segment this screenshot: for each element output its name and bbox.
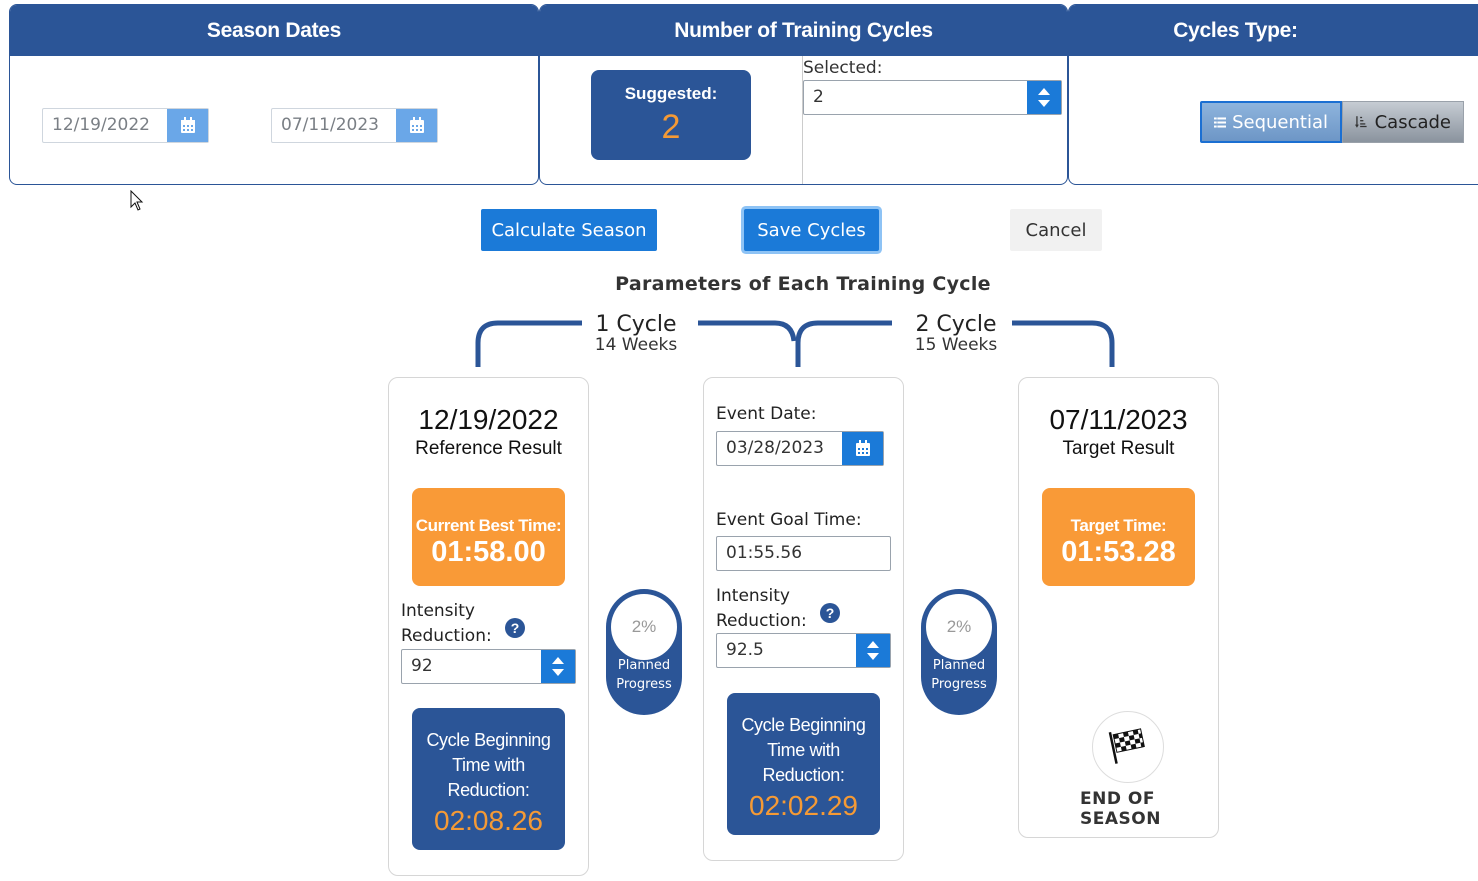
- chevron-down-icon[interactable]: [552, 669, 564, 676]
- reference-date: 12/19/2022: [418, 404, 559, 435]
- event-date-value: 03/28/2023: [726, 438, 824, 458]
- save-cycles-button[interactable]: Save Cycles: [744, 209, 879, 251]
- intensity-label-line2: Reduction:: [716, 611, 807, 631]
- cascade-label: Cascade: [1374, 111, 1451, 133]
- cycle-beginning-label: Cycle Beginning Time with Reduction:: [741, 715, 866, 785]
- stepper-buttons[interactable]: [1027, 81, 1061, 114]
- target-time-value: 01:53.28: [1061, 536, 1176, 568]
- cycle-beginning-value: 02:02.29: [749, 790, 858, 821]
- season-end-date-value: 07/11/2023: [281, 115, 379, 135]
- current-best-time-box: Current Best Time: 01:58.00: [412, 488, 565, 586]
- calendar-icon[interactable]: [842, 432, 883, 465]
- season-dates-title: Season Dates: [10, 5, 538, 56]
- progress-label-line2: Progress: [931, 677, 987, 692]
- intensity-stepper[interactable]: 92: [401, 649, 576, 684]
- cascade-toggle[interactable]: Cascade: [1342, 101, 1464, 143]
- cycle-1-header: 1 Cycle 14 Weeks: [566, 312, 706, 355]
- progress-label-line1: Planned: [617, 658, 671, 673]
- event-card: Event Date: 03/28/2023 Event Goal Time: …: [703, 377, 904, 861]
- progress-label: Planned Progress: [921, 656, 997, 694]
- planned-progress-2: 2% Planned Progress: [921, 589, 997, 715]
- suggested-value: 2: [661, 108, 681, 146]
- cycle-beginning-value: 02:08.26: [434, 805, 543, 836]
- chevron-up-icon[interactable]: [1038, 88, 1050, 95]
- cycle-1-title: 1 Cycle: [595, 312, 677, 337]
- current-best-time-label: Current Best Time:: [415, 516, 562, 535]
- intensity-value: 92: [411, 656, 433, 676]
- reference-result-label: Reference Result: [415, 438, 562, 459]
- event-goal-input[interactable]: 01:55.56: [716, 536, 891, 571]
- training-cycles-title: Number of Training Cycles: [540, 5, 1067, 56]
- sort-icon: [1355, 116, 1367, 128]
- calculate-season-button[interactable]: Calculate Season: [481, 209, 657, 251]
- selected-label: Selected:: [803, 58, 883, 78]
- progress-label-line1: Planned: [932, 658, 986, 673]
- event-date-input[interactable]: 03/28/2023: [716, 431, 884, 466]
- season-end-date-input[interactable]: 07/11/2023: [271, 108, 438, 143]
- cycle-beginning-box: Cycle Beginning Time with Reduction: 02:…: [727, 693, 880, 835]
- intensity-stepper[interactable]: 92.5: [716, 633, 891, 668]
- progress-label: Planned Progress: [606, 656, 682, 694]
- cycle-2-header: 2 Cycle 15 Weeks: [886, 312, 1026, 355]
- season-start-date-input[interactable]: 12/19/2022: [42, 108, 209, 143]
- target-result-label: Target Result: [1062, 438, 1175, 459]
- chevron-up-icon[interactable]: [552, 657, 564, 664]
- season-start-date-value: 12/19/2022: [52, 115, 150, 135]
- help-icon[interactable]: ?: [505, 618, 525, 638]
- selected-cycles-stepper[interactable]: 2: [803, 80, 1062, 115]
- chevron-up-icon[interactable]: [867, 641, 879, 648]
- intensity-label-line1: Intensity: [401, 601, 475, 621]
- list-icon: [1214, 116, 1227, 128]
- sequential-toggle[interactable]: Sequential: [1200, 101, 1342, 143]
- progress-percent: 2%: [611, 594, 677, 660]
- sequential-label: Sequential: [1232, 111, 1328, 133]
- calendar-icon[interactable]: [396, 109, 437, 142]
- progress-percent: 2%: [926, 594, 992, 660]
- checkered-flag-icon: [1092, 711, 1164, 783]
- target-time-label: Target Time:: [1070, 516, 1167, 535]
- chevron-down-icon[interactable]: [867, 653, 879, 660]
- suggested-cycles-box: Suggested: 2: [591, 70, 751, 160]
- season-dates-panel: Season Dates 12/19/2022 07/11/2023: [9, 4, 539, 185]
- progress-label-line2: Progress: [616, 677, 672, 692]
- planned-progress-1: 2% Planned Progress: [606, 589, 682, 715]
- stepper-buttons[interactable]: [856, 634, 890, 667]
- current-best-time-value: 01:58.00: [431, 536, 546, 568]
- intensity-label: Intensity Reduction:: [716, 584, 807, 634]
- section-title: Parameters of Each Training Cycle: [615, 273, 991, 295]
- selected-cycles-value: 2: [813, 87, 824, 107]
- calendar-icon[interactable]: [167, 109, 208, 142]
- end-of-season-label: END OF SEASON: [1080, 789, 1161, 829]
- cycle-2-title: 2 Cycle: [915, 312, 997, 337]
- help-icon[interactable]: ?: [820, 603, 840, 623]
- event-date-label: Event Date:: [716, 404, 817, 424]
- start-card: 12/19/2022 Reference Result Current Best…: [388, 377, 589, 876]
- event-goal-label: Event Goal Time:: [716, 510, 862, 530]
- cycle-beginning-label: Cycle Beginning Time with Reduction:: [426, 730, 551, 800]
- training-cycles-panel: Number of Training Cycles Suggested: 2 S…: [539, 4, 1068, 185]
- intensity-label-line2: Reduction:: [401, 626, 492, 646]
- target-date: 07/11/2023: [1049, 404, 1188, 435]
- target-time-box: Target Time: 01:53.28: [1042, 488, 1195, 586]
- cycle-beginning-box: Cycle Beginning Time with Reduction: 02:…: [412, 708, 565, 850]
- chevron-down-icon[interactable]: [1038, 100, 1050, 107]
- stepper-buttons[interactable]: [541, 650, 575, 683]
- mouse-cursor-icon: [130, 190, 144, 211]
- target-card: 07/11/2023 Target Result Target Time: 01…: [1018, 377, 1219, 838]
- intensity-value: 92.5: [726, 640, 764, 660]
- cycles-type-title: Cycles Type:: [1069, 5, 1478, 56]
- cycles-type-panel: Cycles Type: Sequential Cascade: [1068, 4, 1478, 185]
- intensity-label: Intensity Reduction:: [401, 599, 492, 649]
- cancel-button[interactable]: Cancel: [1010, 209, 1102, 251]
- intensity-label-line1: Intensity: [716, 586, 790, 606]
- cycle-2-weeks: 15 Weeks: [914, 335, 998, 355]
- suggested-label: Suggested:: [624, 84, 718, 103]
- cycle-1-weeks: 14 Weeks: [594, 335, 678, 355]
